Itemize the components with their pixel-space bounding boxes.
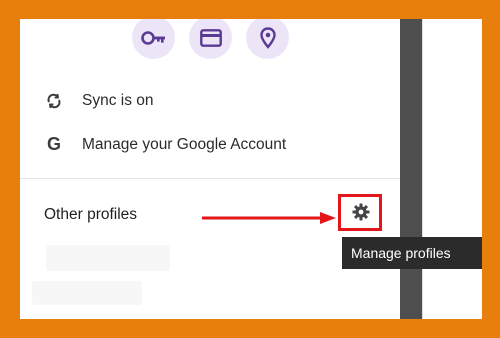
red-arrow-annotation [202,212,336,224]
window-edge-strip [400,19,422,319]
other-profiles-heading: Other profiles [44,206,138,223]
addresses-button[interactable] [246,19,289,59]
menu-divider [20,178,400,179]
tooltip-text: Manage profiles [351,245,451,261]
sync-label: Sync is on [82,92,154,109]
blurred-profile-item[interactable] [46,245,170,271]
manage-profiles-button[interactable] [350,201,372,223]
blurred-profile-item[interactable] [32,281,142,305]
sync-row[interactable]: Sync is on [44,92,154,110]
manage-google-account-label: Manage your Google Account [82,135,287,153]
sync-icon [44,93,64,109]
payment-methods-button[interactable] [189,19,232,59]
location-pin-icon [259,26,276,49]
google-g-icon: G [46,134,61,154]
gear-icon [352,203,370,221]
passwords-button[interactable] [132,19,175,59]
screenshot-frame: Sync is on G Manage your Google Account … [20,19,482,319]
profile-menu: Sync is on G Manage your Google Account … [20,19,400,319]
credit-card-icon [199,28,222,47]
quick-actions-row [132,19,289,59]
background-page [422,19,482,319]
key-icon [140,30,165,45]
manage-google-account-row[interactable]: G Manage your Google Account [44,134,286,155]
manage-profiles-tooltip: Manage profiles [342,237,482,269]
